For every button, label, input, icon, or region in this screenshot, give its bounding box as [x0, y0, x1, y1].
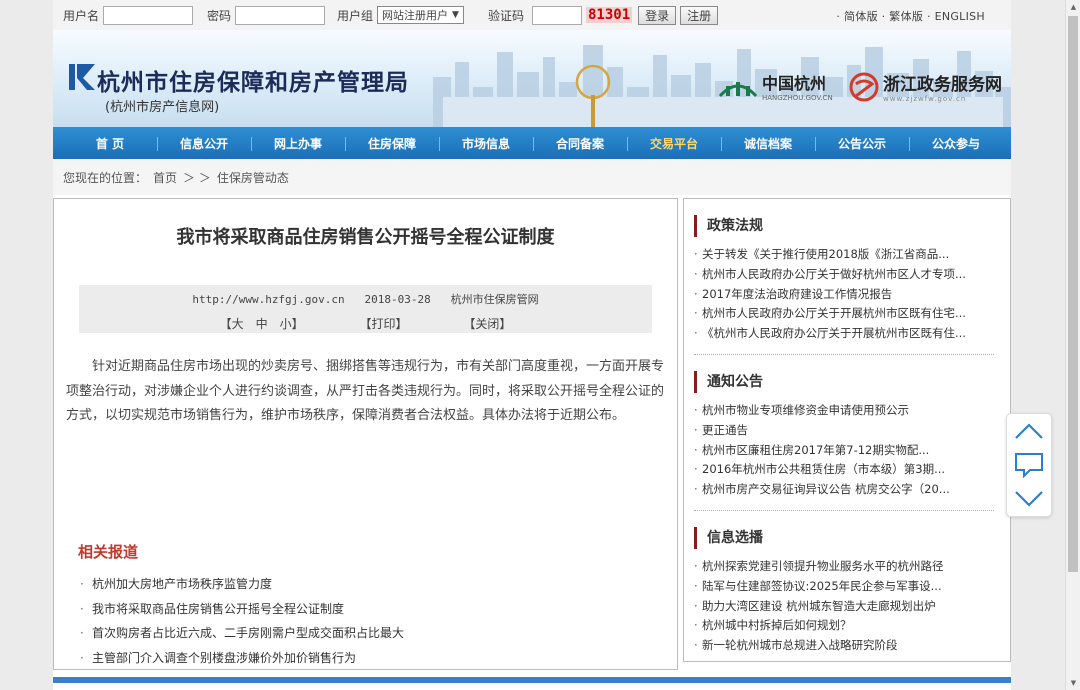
- username-input[interactable]: [103, 5, 194, 25]
- main-nav: 首 页 信息公开 网上办事 住房保障 市场信息 合同备案 交易平台 诚信档案 公…: [53, 127, 1011, 159]
- captcha-input[interactable]: [531, 5, 582, 25]
- list-item[interactable]: 《杭州市人民政府办公厅关于开展杭州市区既有住...: [694, 324, 994, 344]
- info-section: 信息选播 杭州探索党建引领提升物业服务水平的杭州路径 陆军与住建部签协议:202…: [694, 526, 994, 656]
- list-item[interactable]: 2016年杭州市公共租赁住房（市本级）第3期...: [694, 460, 994, 480]
- scroll-arrow-up-icon[interactable]: ▲: [1066, 0, 1080, 14]
- list-item[interactable]: 杭州市房产交易征询异议公告 杭房交公字（20...: [694, 480, 994, 500]
- list-item[interactable]: 杭州城中村拆掉后如何规划？: [694, 616, 994, 636]
- article-meta: http://www.hzfgj.gov.cn 2018-03-28 杭州市住保…: [79, 285, 652, 333]
- policy-section: 政策法规 关于转发《关于推行使用2018版《浙江省商品... 杭州市人民政府办公…: [694, 215, 994, 344]
- nav-credit-records[interactable]: 诚信档案: [721, 135, 815, 152]
- comment-icon: [1015, 453, 1043, 478]
- article-body: 针对近期商品住房市场出现的炒卖房号、捆绑搭售等违规行为，市有关部门高度重视，一方…: [66, 359, 665, 423]
- notice-title[interactable]: 通知公告: [694, 370, 994, 393]
- related-title: 相关报道: [78, 543, 139, 561]
- breadcrumb-separator: ＞ ＞: [183, 170, 211, 185]
- notice-section: 通知公告 杭州市物业专项维修资金申请使用预公示 更正通告 杭州市区廉租住房201…: [694, 370, 994, 500]
- list-item[interactable]: 杭州市人民政府办公厅关于做好杭州市区人才专项...: [694, 265, 994, 285]
- captcha-label: 验证码: [487, 8, 524, 23]
- list-item[interactable]: 杭州市人民政府办公厅关于开展杭州市区既有住宅...: [694, 304, 994, 324]
- chevron-up-icon: [1015, 423, 1043, 439]
- related-item[interactable]: 首次购房者占比近六成、二手房刚需户型成交面积占比最大: [78, 621, 404, 646]
- scroll-up-button[interactable]: [1007, 414, 1051, 448]
- brand1-text: 中国杭州: [762, 74, 827, 93]
- scroll-down-button[interactable]: [1007, 482, 1051, 516]
- usergroup-label: 用户组: [337, 8, 374, 23]
- article-url: http://www.hzfgj.gov.cn: [192, 293, 345, 306]
- print-link[interactable]: 【打印】: [359, 317, 407, 331]
- nav-home[interactable]: 首 页: [63, 135, 157, 152]
- usergroup-value: 网站注册用户: [382, 9, 449, 22]
- vertical-scrollbar[interactable]: ▲ ▼: [1065, 0, 1080, 690]
- nav-housing-security[interactable]: 住房保障: [345, 135, 439, 152]
- list-item[interactable]: 杭州市区廉租住房2017年第7-12期实物配...: [694, 441, 994, 461]
- nav-announcements[interactable]: 公告公示: [815, 135, 909, 152]
- related-item[interactable]: 我市将采取商品住房销售公开摇号全程公证制度: [78, 597, 404, 622]
- article-panel: 我市将采取商品住房销售公开摇号全程公证制度 http://www.hzfgj.g…: [53, 198, 678, 670]
- zhejiang-service-link[interactable]: 浙江政务服务网 www.zjzwfw.gov.cn: [849, 70, 1002, 103]
- brand2-text: 浙江政务服务网: [883, 75, 1002, 95]
- brand2-small: www.zjzwfw.gov.cn: [883, 95, 967, 103]
- article-date: 2018-03-28: [364, 293, 431, 306]
- nav-contract-filing[interactable]: 合同备案: [533, 135, 627, 152]
- captcha-image[interactable]: 81301: [585, 7, 633, 23]
- nav-public-participation[interactable]: 公众参与: [909, 135, 1003, 152]
- breadcrumb-current[interactable]: 住保房管动态: [217, 169, 289, 186]
- font-size-control[interactable]: 【大 中 小】: [220, 317, 304, 331]
- article-source: 杭州市住保房管网: [450, 293, 539, 306]
- language-links[interactable]: · 简体版 · 繁体版 · ENGLISH: [836, 8, 985, 24]
- footer-bar: [53, 677, 1011, 683]
- related-item[interactable]: 主管部门介入调查个别楼盘涉嫌价外加价销售行为: [78, 646, 404, 671]
- breadcrumb-prefix: 您现在的位置：: [63, 170, 148, 185]
- list-item[interactable]: 助力大湾区建设 杭州城东智造大走廊规划出炉: [694, 597, 994, 617]
- nav-info-disclosure[interactable]: 信息公开: [157, 135, 251, 152]
- nav-online-service[interactable]: 网上办事: [251, 135, 345, 152]
- scrollbar-thumb[interactable]: [1068, 16, 1078, 572]
- brand1-small: HANGZHOU.GOV.CN: [762, 94, 833, 102]
- password-input[interactable]: [235, 5, 326, 25]
- usergroup-select[interactable]: 网站注册用户 ▼: [377, 6, 464, 24]
- related-item[interactable]: 杭州加大房地产市场秩序监管力度: [78, 572, 404, 597]
- list-item[interactable]: 新一轮杭州城市总规进入战略研究阶段: [694, 636, 994, 656]
- list-item[interactable]: 杭州探索党建引领提升物业服务水平的杭州路径: [694, 557, 994, 577]
- chevron-down-icon: ▼: [452, 10, 459, 20]
- nav-trading-platform[interactable]: 交易平台: [627, 135, 721, 152]
- register-button[interactable]: 注册: [680, 5, 719, 25]
- nav-market-info[interactable]: 市场信息: [439, 135, 533, 152]
- list-item[interactable]: 陆军与住建部签协议:2025年民企参与军事设...: [694, 577, 994, 597]
- password-label: 密码: [207, 8, 232, 23]
- feedback-button[interactable]: [1007, 448, 1051, 482]
- bureau-logo-icon: [69, 64, 95, 90]
- article-title: 我市将采取商品住房销售公开摇号全程公证制度: [176, 227, 555, 248]
- related-reports: 相关报道 杭州加大房地产市场秩序监管力度 我市将采取商品住房销售公开摇号全程公证…: [78, 541, 404, 670]
- header-banner: 杭州市住房保障和房产管理局 (杭州市房产信息网) 中国杭州 HANGZHOU.G…: [53, 30, 1011, 127]
- site-subtitle: (杭州市房产信息网): [105, 100, 220, 115]
- login-bar: 用户名 密码 用户组 网站注册用户 ▼ 验证码 81301 登录 注册 · 简体…: [53, 0, 1011, 30]
- close-link[interactable]: 【关闭】: [463, 317, 511, 331]
- site-title[interactable]: 杭州市住房保障和房产管理局: [97, 63, 409, 97]
- policy-title[interactable]: 政策法规: [694, 215, 994, 237]
- login-button[interactable]: 登录: [638, 5, 677, 25]
- hangzhou-logo-icon: [718, 82, 758, 98]
- scroll-arrow-down-icon[interactable]: ▼: [1066, 676, 1080, 690]
- floating-toolbar: [1006, 413, 1052, 517]
- list-item[interactable]: 更正通告: [694, 421, 994, 441]
- breadcrumb: 您现在的位置： 首页 ＞ ＞ 住保房管动态: [53, 159, 1011, 195]
- page: 用户名 密码 用户组 网站注册用户 ▼ 验证码 81301 登录 注册 · 简体…: [53, 0, 1011, 690]
- list-item[interactable]: 2017年度法治政府建设工作情况报告: [694, 285, 994, 305]
- list-item[interactable]: 杭州市物业专项维修资金申请使用预公示: [694, 401, 994, 421]
- divider: [694, 509, 994, 511]
- divider: [694, 353, 994, 355]
- chevron-down-icon: [1015, 491, 1043, 507]
- info-title[interactable]: 信息选播: [694, 526, 994, 549]
- username-label: 用户名: [63, 8, 100, 23]
- hangzhou-gov-link[interactable]: 中国杭州 HANGZHOU.GOV.CN: [718, 70, 833, 102]
- zhejiang-logo-icon: [849, 72, 879, 101]
- breadcrumb-home[interactable]: 首页: [153, 169, 177, 186]
- list-item[interactable]: 关于转发《关于推行使用2018版《浙江省商品...: [694, 245, 994, 265]
- sidebar: 政策法规 关于转发《关于推行使用2018版《浙江省商品... 杭州市人民政府办公…: [683, 198, 1011, 662]
